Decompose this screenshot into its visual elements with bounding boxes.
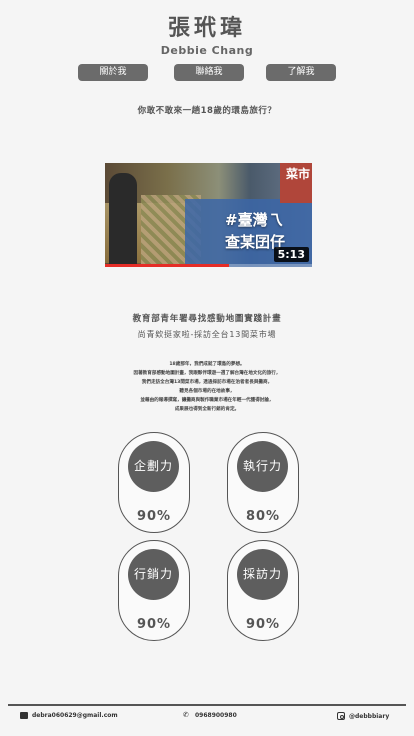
phone-text: 0968900980 bbox=[195, 712, 237, 719]
skill-label: 企劃力 bbox=[128, 441, 179, 492]
project-info: 教育部青年署尋找感動地圖實踐計畫 尚青欸挺家啦-採訪全台13間菜市場 bbox=[0, 312, 414, 340]
skill-percent: 90% bbox=[136, 509, 172, 524]
footer-divider bbox=[8, 704, 406, 706]
mail-icon bbox=[20, 712, 28, 719]
video-player[interactable]: 菜市 #臺灣乁 查某囝仔 5:13 bbox=[105, 163, 312, 267]
project-title: 教育部青年署尋找感動地圖實踐計畫 bbox=[132, 314, 282, 324]
video-sign-text: 菜市 bbox=[285, 167, 310, 181]
description-line: 我們走訪全台灣13間菜市場，透過採訪市場在治者者長與攤商， bbox=[141, 380, 273, 385]
email-text: debra060629@gmail.com bbox=[32, 712, 118, 719]
video-progress-fill bbox=[105, 264, 230, 267]
instagram-icon bbox=[337, 712, 345, 720]
skill-card-execution: 執行力 80% bbox=[227, 432, 299, 533]
project-subtitle: 尚青欸挺家啦-採訪全台13間菜市場 bbox=[137, 330, 277, 339]
video-progress-track[interactable] bbox=[105, 264, 312, 267]
description-line: 18歲那年，我們成就了環島的夢想。 bbox=[169, 362, 245, 367]
video-thumbnail-person bbox=[109, 173, 137, 267]
skill-label: 採訪力 bbox=[237, 549, 288, 600]
nav-bar: 關於我 聯絡我 了解我 bbox=[0, 64, 414, 81]
about-button[interactable]: 關於我 bbox=[78, 64, 148, 81]
footer-instagram-link[interactable]: @debbbiary bbox=[337, 712, 389, 720]
description-line: 聽見各個市場的在地故事， bbox=[179, 389, 235, 394]
description-line: 成果展也得到全新行銷的肯定。 bbox=[174, 407, 240, 412]
contact-button[interactable]: 聯絡我 bbox=[174, 64, 244, 81]
skill-card-planning: 企劃力 90% bbox=[118, 432, 190, 533]
instagram-text: @debbbiary bbox=[349, 712, 390, 720]
name-english: Debbie Chang bbox=[160, 44, 254, 57]
footer: debra060629@gmail.com ✆ 0968900980 @debb… bbox=[0, 712, 414, 724]
skill-percent: 80% bbox=[245, 509, 281, 524]
description-line: 並藉由的報導撰寫，讓攤商與製作職業市場在年輕一代獲得討論， bbox=[140, 398, 274, 403]
skill-label: 執行力 bbox=[237, 441, 288, 492]
skill-label: 行銷力 bbox=[128, 549, 179, 600]
tagline-question: 你敢不敢來一趟18歲的環島旅行？ bbox=[137, 106, 277, 116]
phone-icon: ✆ bbox=[183, 711, 189, 719]
skill-card-interview: 採訪力 90% bbox=[227, 540, 299, 641]
name-chinese: 張玳瑋 bbox=[167, 16, 246, 41]
description-line: 因著教育部感動地圖計畫，我跟夥伴環遊一週了解台灣在地文化的旅行， bbox=[133, 371, 281, 376]
video-duration: 5:13 bbox=[273, 247, 309, 262]
header: 張玳瑋 Debbie Chang bbox=[0, 10, 414, 57]
skill-percent: 90% bbox=[136, 617, 172, 632]
skill-percent: 90% bbox=[245, 617, 281, 632]
learn-more-button[interactable]: 了解我 bbox=[266, 64, 336, 81]
footer-phone-link[interactable]: ✆ 0968900980 bbox=[183, 711, 237, 720]
footer-email-link[interactable]: debra060629@gmail.com bbox=[20, 712, 118, 719]
project-description: 18歲那年，我們成就了環島的夢想。 因著教育部感動地圖計畫，我跟夥伴環遊一週了解… bbox=[0, 360, 414, 414]
skill-card-marketing: 行銷力 90% bbox=[118, 540, 190, 641]
video-title-line1: #臺灣乁 bbox=[225, 211, 283, 229]
